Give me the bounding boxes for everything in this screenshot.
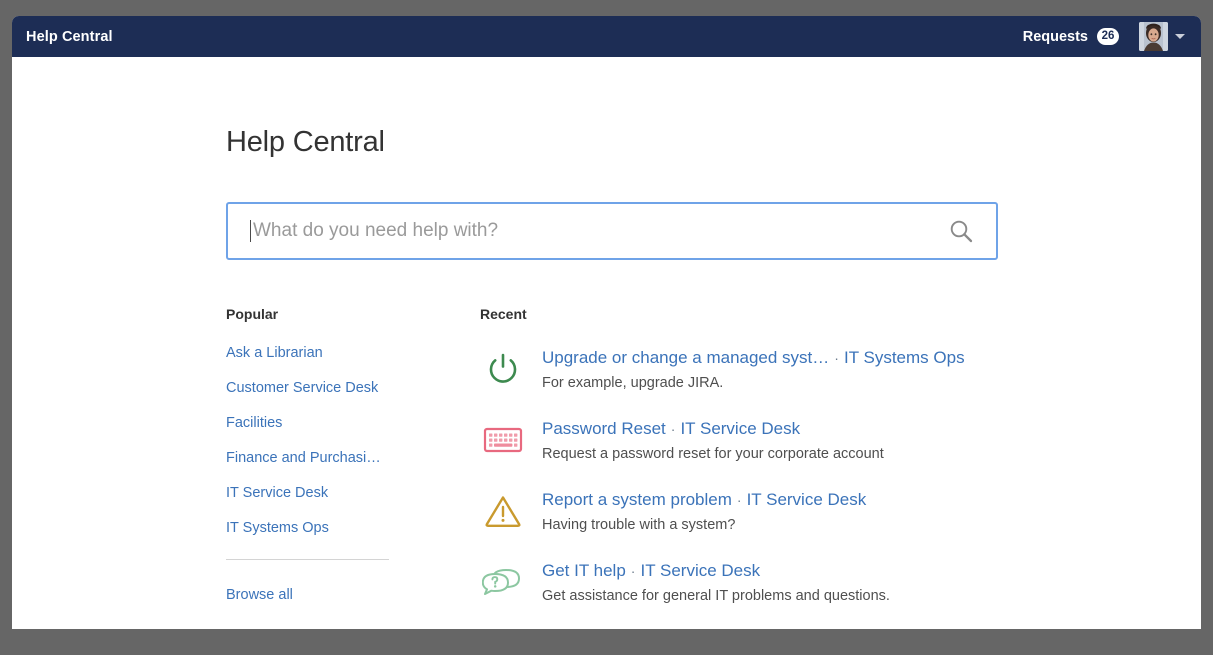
list-item: Ask a Librarian (226, 344, 480, 362)
page-title: Help Central (226, 126, 385, 158)
recent-description: For example, upgrade JIRA. (542, 375, 724, 391)
popular-link-customer-service-desk[interactable]: Customer Service Desk (226, 380, 378, 396)
recent-link-title[interactable]: Upgrade or change a managed syst… (542, 348, 829, 367)
list-item[interactable]: Get IT help · IT Service Desk Get assistan… (480, 557, 1201, 606)
app-title: Help Central (26, 28, 113, 45)
list-item: IT Systems Ops (226, 519, 480, 537)
recent-heading: Recent (480, 306, 527, 322)
browse-all-link[interactable]: Browse all (226, 587, 293, 603)
search-placeholder: What do you need help with? (253, 220, 499, 241)
popular-column: Popular Ask a Librarian Customer Service… (226, 306, 480, 628)
recent-column: Recent Upgrade or change a managed syst…… (480, 306, 1201, 628)
divider (226, 559, 389, 560)
text-cursor (250, 220, 251, 242)
popular-link-facilities[interactable]: Facilities (226, 415, 282, 431)
user-avatar-photo (1139, 22, 1168, 51)
chevron-down-icon[interactable] (1175, 34, 1185, 39)
header-right-group: Requests 26 (1015, 22, 1191, 51)
list-item: IT Service Desk (226, 484, 480, 502)
chat-question-icon (480, 559, 526, 605)
list-item[interactable]: Upgrade or change a managed syst… · IT Sys… (480, 344, 1201, 393)
recent-description: Having trouble with a system? (542, 517, 736, 533)
recent-item-text: Upgrade or change a managed syst… · IT Sys… (542, 344, 965, 393)
recent-link-portal[interactable]: IT Service Desk (747, 490, 867, 509)
requests-button[interactable]: Requests 26 (1015, 22, 1127, 51)
recent-item-text: Report a system problem · IT Service Desk … (542, 486, 866, 535)
popular-link-finance-and-purchasing[interactable]: Finance and Purchasi… (226, 450, 381, 466)
list-item: Facilities (226, 414, 480, 432)
recent-title-row: Get IT help · IT Service Desk (542, 560, 890, 582)
list-item[interactable]: Password Reset · IT Service Desk Request a… (480, 415, 1201, 464)
list-item: Finance and Purchasi… (226, 449, 480, 467)
main-content: Help Central What do you need help with?… (12, 57, 1201, 628)
popular-link-ask-a-librarian[interactable]: Ask a Librarian (226, 345, 323, 361)
columns-wrapper: Popular Ask a Librarian Customer Service… (226, 306, 1201, 628)
popular-link-it-service-desk[interactable]: IT Service Desk (226, 485, 328, 501)
recent-item-text: Get IT help · IT Service Desk Get assistan… (542, 557, 890, 606)
recent-link-portal[interactable]: IT Service Desk (640, 561, 760, 580)
recent-title-row: Upgrade or change a managed syst… · IT Sys… (542, 347, 965, 369)
recent-description: Request a password reset for your corpor… (542, 446, 884, 462)
recent-link-title[interactable]: Get IT help (542, 561, 626, 580)
list-item: Customer Service Desk (226, 379, 480, 397)
search-icon[interactable] (948, 218, 974, 244)
recent-link-title[interactable]: Password Reset (542, 419, 666, 438)
popular-list: Ask a Librarian Customer Service Desk Fa… (226, 344, 480, 537)
recent-description: Get assistance for general IT problems a… (542, 588, 890, 604)
popular-link-it-systems-ops[interactable]: IT Systems Ops (226, 520, 329, 536)
recent-link-portal[interactable]: IT Service Desk (680, 419, 800, 438)
recent-link-title[interactable]: Report a system problem (542, 490, 732, 509)
list-item[interactable]: Report a system problem · IT Service Desk … (480, 486, 1201, 535)
separator: · (736, 492, 742, 508)
recent-item-text: Password Reset · IT Service Desk Request a… (542, 415, 884, 464)
requests-count-badge: 26 (1097, 28, 1119, 45)
power-icon (480, 346, 526, 392)
separator: · (670, 421, 676, 437)
recent-title-row: Password Reset · IT Service Desk (542, 418, 884, 440)
app-window: Help Central Requests 26 Help Central Wh… (12, 16, 1201, 629)
search-input[interactable]: What do you need help with? (226, 202, 998, 260)
separator: · (834, 350, 839, 366)
keyboard-icon (480, 417, 526, 463)
profile-menu[interactable] (1127, 22, 1191, 51)
avatar[interactable] (1139, 22, 1168, 51)
warning-triangle-icon (480, 488, 526, 534)
top-navigation-bar: Help Central Requests 26 (12, 16, 1201, 57)
recent-title-row: Report a system problem · IT Service Desk (542, 489, 866, 511)
separator: · (630, 563, 636, 579)
popular-heading: Popular (226, 306, 279, 322)
recent-link-portal[interactable]: IT Systems Ops (844, 348, 965, 367)
requests-label: Requests (1022, 28, 1088, 45)
